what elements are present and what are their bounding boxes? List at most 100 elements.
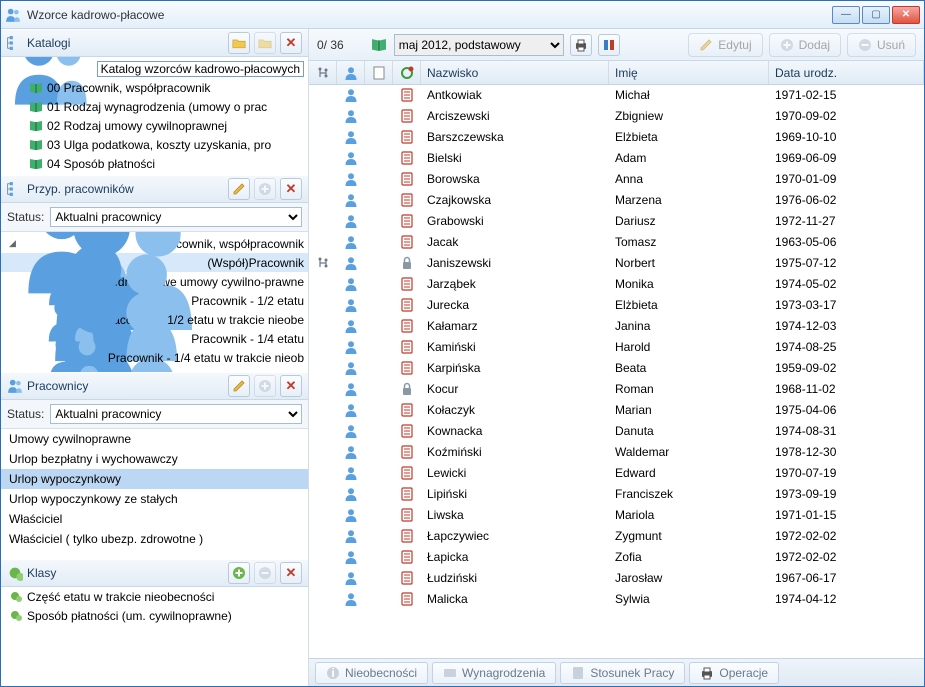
table-row[interactable]: ŁapickaZofia1972-02-02 [309,547,924,568]
tab-operacje[interactable]: Operacje [689,662,779,684]
table-row[interactable]: ArciszewskiZbigniew1970-09-02 [309,106,924,127]
col-first[interactable]: Imię [609,61,769,84]
pracownicy-item[interactable]: Umowy cywilnoprawne [1,429,308,449]
table-row[interactable]: JureckaElżbieta1973-03-17 [309,295,924,316]
edit-button[interactable]: Edytuj [688,33,762,57]
delete-przyp-button[interactable]: ✕ [280,178,302,200]
katalog-item[interactable]: 00 Pracownik, współpracownik [1,78,308,97]
person-icon [344,466,358,480]
table-row[interactable]: KownackaDanuta1974-08-31 [309,421,924,442]
record-counter: 0/ 36 [317,38,344,52]
delete-klasy-button[interactable]: ✕ [280,562,302,584]
table-row[interactable]: ŁudzińskiJarosław1967-06-17 [309,568,924,589]
edit-pracownicy-button[interactable] [228,375,250,397]
klasy-item[interactable]: Sposób płatności (um. cywilnoprawne) [1,606,308,625]
katalogi-tree[interactable]: Katalog wzorców kadrowo-płacowych 00 Pra… [1,57,308,175]
table-row[interactable]: MalickaSylwia1974-04-12 [309,589,924,610]
pracownicy-list[interactable]: Umowy cywilnoprawneUrlop bezpłatny i wyc… [1,429,308,559]
pracownicy-status-select[interactable]: Aktualni pracownicy [50,404,302,424]
document-icon [401,109,413,123]
edit-przyp-button[interactable] [228,178,250,200]
add-klasy-button[interactable] [228,562,250,584]
person-icon [344,109,358,123]
people-icon [7,378,23,394]
book-icon [29,120,43,132]
grid-body[interactable]: AntkowiakMichał1971-02-15ArciszewskiZbig… [309,85,924,658]
print-button[interactable] [570,34,592,56]
klasy-item[interactable]: Część etatu w trakcie nieobecności [1,587,308,606]
add-przyp-button[interactable] [254,178,276,200]
klasy-list[interactable]: Część etatu w trakcie nieobecnościSposób… [1,587,308,686]
col-dob[interactable]: Data urodz. [769,61,924,84]
table-row[interactable]: GrabowskiDariusz1972-11-27 [309,211,924,232]
document-icon [401,298,413,312]
pracownicy-header: Pracownicy ✕ [1,372,308,400]
open-folder-button[interactable] [254,32,276,54]
new-folder-button[interactable] [228,32,250,54]
person-icon [344,151,358,165]
col-tree-icon[interactable] [309,61,337,84]
tab-nieobecnosci[interactable]: iNieobecności [315,662,428,684]
tab-wynagrodzenia[interactable]: Wynagrodzenia [432,662,556,684]
table-row[interactable]: KamińskiHarold1974-08-25 [309,337,924,358]
pracownicy-item[interactable]: Urlop bezpłatny i wychowawczy [1,449,308,469]
table-row[interactable]: CzajkowskaMarzena1976-06-02 [309,190,924,211]
table-row[interactable]: ŁapczywiecZygmunt1972-02-02 [309,526,924,547]
col-refresh-icon[interactable] [393,61,421,84]
table-row[interactable]: BarszczewskaElżbieta1969-10-10 [309,127,924,148]
col-name[interactable]: Nazwisko [421,61,609,84]
close-button[interactable]: ✕ [892,6,920,24]
person-icon [344,340,358,354]
person-icon [344,130,358,144]
book-icon [29,101,43,113]
title-bar: Wzorce kadrowo-płacowe — ▢ ✕ [1,1,924,29]
document-icon [401,214,413,228]
table-row[interactable]: AntkowiakMichał1971-02-15 [309,85,924,106]
pracownicy-item[interactable]: Właściciel ( tylko ubezp. zdrowotne ) [1,529,308,549]
delete-button[interactable]: Usuń [847,33,916,57]
add-pracownicy-button[interactable] [254,375,276,397]
pracownicy-label: Pracownicy [27,379,224,393]
person-icon [344,319,358,333]
table-row[interactable]: JacakTomasz1963-05-06 [309,232,924,253]
col-person-icon[interactable] [337,61,365,84]
table-row[interactable]: BielskiAdam1969-06-09 [309,148,924,169]
przyp-item[interactable]: Pracownik - 1/4 etatu w trakcie nieob [1,348,308,367]
app-icon [5,7,21,23]
table-row[interactable]: KarpińskaBeata1959-09-02 [309,358,924,379]
table-row[interactable]: KoźmińskiWaldemar1978-12-30 [309,442,924,463]
add-button[interactable]: Dodaj [769,33,841,57]
katalog-item[interactable]: 04 Sposób płatności [1,154,308,173]
period-select[interactable]: maj 2012, podstawowy [394,34,564,56]
przyp-tree[interactable]: ◢ 00 Pracownik, współpracownik (Współ)Pr… [1,232,308,372]
katalog-item[interactable]: 03 Ulga podatkowa, koszty uzyskania, pro [1,135,308,154]
maximize-button[interactable]: ▢ [862,6,890,24]
table-row[interactable]: KołaczykMarian1975-04-06 [309,400,924,421]
katalog-item[interactable]: 01 Rodzaj wynagrodzenia (umowy o prac [1,97,308,116]
table-row[interactable]: LiwskaMariola1971-01-15 [309,505,924,526]
pracownicy-item[interactable]: Urlop wypoczynkowy [1,469,308,489]
table-row[interactable]: JaniszewskiNorbert1975-07-12 [309,253,924,274]
table-row[interactable]: KałamarzJanina1974-12-03 [309,316,924,337]
table-row[interactable]: LipińskiFranciszek1973-09-19 [309,484,924,505]
main-toolbar: 0/ 36 maj 2012, podstawowy Edytuj Dodaj … [309,29,924,61]
people-icon [45,328,104,372]
remove-klasy-button[interactable] [254,562,276,584]
col-doc-icon[interactable] [365,61,393,84]
delete-pracownicy-button[interactable]: ✕ [280,375,302,397]
table-row[interactable]: JarząbekMonika1974-05-02 [309,274,924,295]
export-button[interactable] [598,34,620,56]
tab-stosunek[interactable]: Stosunek Pracy [560,662,685,684]
pracownicy-item[interactable]: Urlop wypoczynkowy ze stałych [1,489,308,509]
delete-katalog-button[interactable]: ✕ [280,32,302,54]
table-row[interactable]: BorowskaAnna1970-01-09 [309,169,924,190]
pracownicy-item[interactable]: Właściciel [1,509,308,529]
klasy-label: Klasy [27,566,224,580]
przyp-status-select[interactable]: Aktualni pracownicy [50,207,302,227]
minimize-button[interactable]: — [832,6,860,24]
table-row[interactable]: LewickiEdward1970-07-19 [309,463,924,484]
grid-header: Nazwisko Imię Data urodz. [309,61,924,85]
katalog-root[interactable]: Katalog wzorców kadrowo-płacowych [1,59,308,78]
table-row[interactable]: KocurRoman1968-11-02 [309,379,924,400]
katalog-item[interactable]: 02 Rodzaj umowy cywilnoprawnej [1,116,308,135]
